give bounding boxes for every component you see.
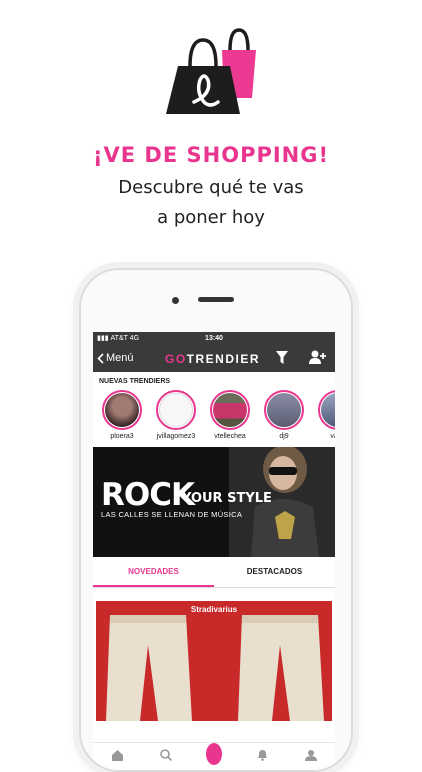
tab-novedades[interactable]: NOVEDADES <box>93 557 214 587</box>
banner-rock: ROCK <box>101 477 195 513</box>
add-user-icon[interactable] <box>309 350 326 364</box>
banner-your-style: YOUR STYLE <box>182 491 272 506</box>
banner-tagline: LAS CALLES SE LLENAN DE MÚSICA <box>101 510 243 519</box>
trendier-name: valer <box>330 433 335 440</box>
brand-rest: TRENDIER <box>186 352 261 366</box>
avatar <box>105 393 139 427</box>
app-brand: GOTRENDIER <box>165 352 260 366</box>
phone-speaker <box>198 297 234 302</box>
promo-line-1: Descubre qué te vas <box>118 177 304 198</box>
app-logo-icon <box>166 28 256 114</box>
promo-line-2: a poner hoy <box>157 207 265 228</box>
profile-icon[interactable] <box>303 747 319 763</box>
avatar <box>159 393 193 427</box>
app-screen: ▮▮▮ AT&T 4G 13:40 Menú GOTRENDIER NUEVAS… <box>93 332 335 770</box>
tab-destacados[interactable]: DESTACADOS <box>214 557 335 587</box>
product-image <box>106 615 324 721</box>
filter-icon[interactable] <box>276 351 288 364</box>
avatar <box>213 393 247 427</box>
avatar <box>321 393 335 427</box>
bell-icon[interactable] <box>254 747 270 763</box>
promo-banner[interactable]: ROCK YOUR STYLE LAS CALLES SE LLENAN DE … <box>93 447 335 557</box>
phone-frame: ▮▮▮ AT&T 4G 13:40 Menú GOTRENDIER NUEVAS… <box>79 268 353 772</box>
trendier-name: vtellechea <box>214 433 246 440</box>
front-camera <box>172 297 179 304</box>
avatar <box>267 393 301 427</box>
bottom-tab-bar <box>93 742 335 770</box>
product-store: Stradivarius <box>190 605 238 614</box>
trendier-item[interactable]: jvillagomez3 <box>149 390 203 440</box>
trendier-item[interactable]: valer <box>311 390 335 440</box>
chevron-left-icon <box>97 352 104 364</box>
trendier-item[interactable]: ploera3 <box>95 390 149 440</box>
back-menu-label: Menú <box>106 352 134 364</box>
search-icon[interactable] <box>158 747 174 763</box>
home-icon[interactable] <box>109 747 125 763</box>
camera-icon[interactable] <box>205 742 222 765</box>
trendier-item[interactable]: dj9 <box>257 390 311 440</box>
status-time: 13:40 <box>205 334 223 342</box>
trendier-name: dj9 <box>279 433 289 440</box>
product-card[interactable]: Stradivarius <box>96 601 332 721</box>
trendiers-list: ploera3 jvillagomez3 vtellechea dj9 vale… <box>93 385 335 440</box>
status-bar: ▮▮▮ AT&T 4G 13:40 <box>93 332 335 344</box>
trendier-name: ploera3 <box>110 433 134 440</box>
back-menu-button[interactable]: Menú <box>93 352 134 364</box>
trendier-name: jvillagomez3 <box>156 433 196 440</box>
feed-tabs: NOVEDADES DESTACADOS <box>93 557 335 588</box>
trendiers-label: NUEVAS TRENDIERS <box>99 378 171 385</box>
brand-go: GO <box>165 352 187 366</box>
navigation-bar: Menú GOTRENDIER <box>93 344 335 372</box>
trendier-item[interactable]: vtellechea <box>203 390 257 440</box>
promo-headline: ¡VE DE SHOPPING! <box>92 143 330 167</box>
